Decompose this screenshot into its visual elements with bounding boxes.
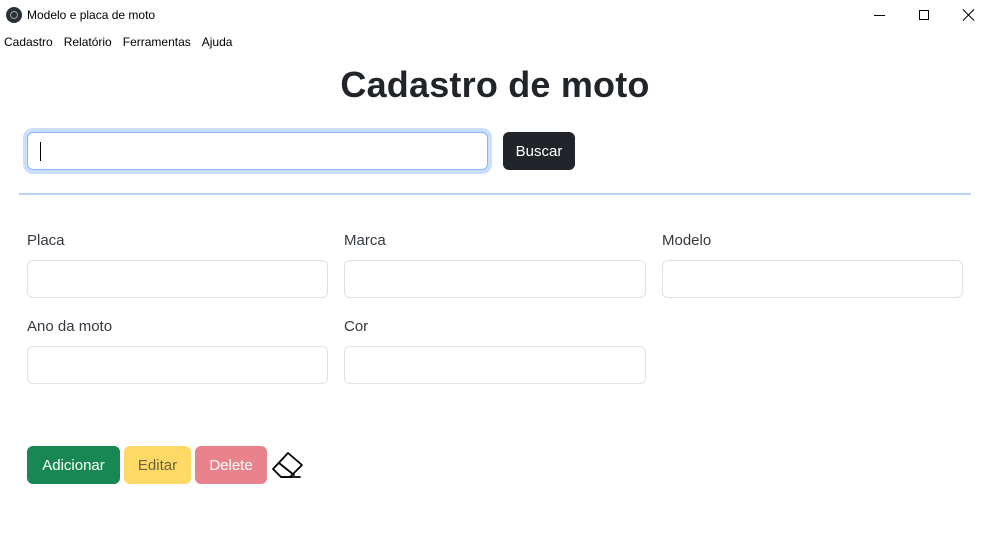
- edit-button[interactable]: Editar: [124, 446, 191, 484]
- eraser-icon[interactable]: [270, 448, 304, 482]
- placa-label: Placa: [27, 232, 65, 249]
- page-title: Cadastro de moto: [340, 64, 650, 105]
- modelo-field[interactable]: [662, 260, 963, 298]
- cor-label: Cor: [344, 318, 369, 335]
- search-button[interactable]: Buscar: [503, 132, 575, 170]
- window-titlebar: Modelo e placa de moto: [0, 0, 993, 30]
- text-caret: [40, 142, 41, 161]
- modelo-label: Modelo: [662, 232, 712, 249]
- add-button[interactable]: Adicionar: [27, 446, 120, 484]
- marca-field[interactable]: [344, 260, 646, 298]
- ano-field[interactable]: [27, 346, 328, 384]
- menu-item-ajuda[interactable]: Ajuda: [198, 33, 239, 53]
- menu-item-cadastro[interactable]: Cadastro: [0, 33, 59, 53]
- close-button[interactable]: [946, 0, 992, 30]
- window-title: Modelo e placa de moto: [27, 8, 156, 22]
- close-icon: [963, 9, 975, 21]
- menu-item-relatorio[interactable]: Relatório: [60, 33, 118, 53]
- minimize-button[interactable]: [856, 0, 902, 30]
- maximize-button[interactable]: [901, 0, 947, 30]
- marca-label: Marca: [344, 232, 386, 249]
- maximize-icon: [919, 10, 929, 20]
- menu-bar: Cadastro Relatório Ferramentas Ajuda: [0, 33, 239, 53]
- delete-button[interactable]: Delete: [195, 446, 267, 484]
- app-icon: [6, 7, 22, 23]
- search-input[interactable]: [27, 132, 488, 170]
- placa-field[interactable]: [27, 260, 328, 298]
- cor-field[interactable]: [344, 346, 646, 384]
- ano-label: Ano da moto: [27, 318, 113, 335]
- menu-item-ferramentas[interactable]: Ferramentas: [119, 33, 197, 53]
- minimize-icon: [873, 14, 885, 16]
- section-divider: [19, 193, 971, 195]
